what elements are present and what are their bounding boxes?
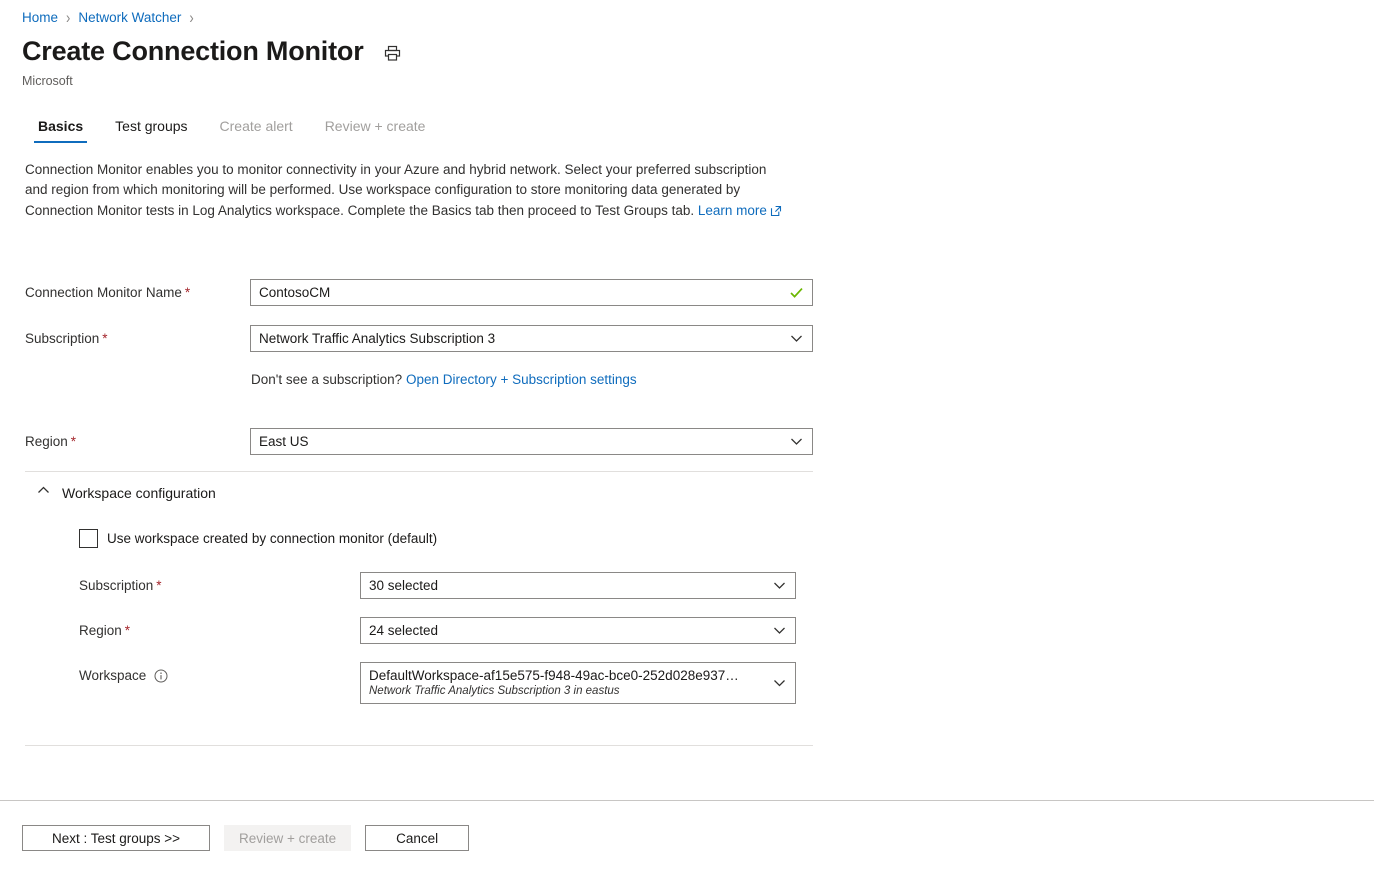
- label-text: Workspace: [79, 668, 146, 683]
- tab-test-groups[interactable]: Test groups: [99, 112, 203, 143]
- breadcrumb-item-home[interactable]: Home: [22, 8, 58, 28]
- use-default-workspace-checkbox-row[interactable]: Use workspace created by connection moni…: [79, 529, 437, 548]
- chevron-down-icon: [789, 434, 804, 449]
- footer-divider: [0, 800, 1374, 801]
- subscription-value: Network Traffic Analytics Subscription 3: [259, 331, 783, 346]
- required-asterisk: *: [156, 578, 161, 593]
- workspace-subscription-value: 30 selected: [369, 578, 766, 593]
- field-workspace: Workspace DefaultWorkspace-af15e575-f948…: [79, 662, 796, 704]
- field-workspace-subscription: Subscription* 30 selected: [79, 572, 796, 599]
- page-subtitle: Microsoft: [22, 73, 73, 90]
- connection-monitor-name-input[interactable]: ContosoCM: [250, 279, 813, 306]
- workspace-label: Workspace: [79, 662, 360, 685]
- connection-monitor-name-label: Connection Monitor Name*: [25, 279, 250, 302]
- breadcrumb-separator-icon: ›: [189, 6, 193, 31]
- chevron-down-icon: [772, 676, 787, 691]
- field-region: Region* East US: [25, 428, 813, 455]
- required-asterisk: *: [125, 623, 130, 638]
- workspace-value: DefaultWorkspace-af15e575-f948-49ac-bce0…: [369, 667, 787, 684]
- chevron-down-icon: [772, 623, 787, 638]
- external-link-icon[interactable]: [770, 203, 782, 223]
- workspace-subscription-label: Subscription*: [79, 572, 360, 595]
- workspace-region-dropdown[interactable]: 24 selected: [360, 617, 796, 644]
- label-text: Region: [25, 434, 68, 449]
- field-subscription: Subscription* Network Traffic Analytics …: [25, 325, 813, 352]
- use-default-workspace-checkbox[interactable]: [79, 529, 98, 548]
- chevron-down-icon: [789, 331, 804, 346]
- workspace-subtext: Network Traffic Analytics Subscription 3…: [369, 684, 787, 699]
- breadcrumb: Home › Network Watcher ›: [22, 8, 202, 28]
- region-label: Region*: [25, 428, 250, 451]
- workspace-value-row: DefaultWorkspace-af15e575-f948-49ac-bce0…: [369, 667, 787, 684]
- field-workspace-region: Region* 24 selected: [79, 617, 796, 644]
- subscription-label: Subscription*: [25, 325, 250, 348]
- required-asterisk: *: [71, 434, 76, 449]
- workspace-subscription-dropdown[interactable]: 30 selected: [360, 572, 796, 599]
- section-divider-bottom: [25, 745, 813, 746]
- wizard-tabs: Basics Test groups Create alert Review +…: [22, 112, 441, 143]
- workspace-configuration-title: Workspace configuration: [62, 485, 216, 501]
- required-asterisk: *: [102, 331, 107, 346]
- cancel-button[interactable]: Cancel: [365, 825, 469, 851]
- page-header: Create Connection Monitor: [22, 34, 406, 68]
- use-default-workspace-label[interactable]: Use workspace created by connection moni…: [107, 531, 437, 546]
- workspace-configuration-header[interactable]: Workspace configuration: [36, 483, 216, 503]
- field-connection-monitor-name: Connection Monitor Name* ContosoCM: [25, 279, 813, 306]
- label-text: Subscription: [25, 331, 99, 346]
- chevron-up-icon: [36, 483, 51, 503]
- subscription-helper-text: Don't see a subscription? Open Directory…: [251, 371, 637, 389]
- region-value: East US: [259, 434, 783, 449]
- page-description: Connection Monitor enables you to monito…: [25, 160, 785, 223]
- learn-more-link[interactable]: Learn more: [698, 203, 767, 218]
- breadcrumb-item-network-watcher[interactable]: Network Watcher: [78, 8, 181, 28]
- helper-prefix: Don't see a subscription?: [251, 372, 402, 387]
- tab-review-create: Review + create: [309, 112, 442, 143]
- label-text: Region: [79, 623, 122, 638]
- tab-create-alert: Create alert: [204, 112, 309, 143]
- printer-icon[interactable]: [380, 40, 406, 66]
- connection-monitor-name-value: ContosoCM: [259, 285, 783, 300]
- description-text: Connection Monitor enables you to monito…: [25, 162, 766, 218]
- info-icon[interactable]: [154, 669, 168, 683]
- label-text: Connection Monitor Name: [25, 285, 182, 300]
- workspace-region-label: Region*: [79, 617, 360, 640]
- region-dropdown[interactable]: East US: [250, 428, 813, 455]
- chevron-down-icon: [772, 578, 787, 593]
- label-text: Subscription: [79, 578, 153, 593]
- subscription-dropdown[interactable]: Network Traffic Analytics Subscription 3: [250, 325, 813, 352]
- section-divider-top: [25, 471, 813, 472]
- page-title: Create Connection Monitor: [22, 34, 364, 68]
- breadcrumb-separator-icon: ›: [66, 6, 70, 31]
- open-directory-subscription-settings-link[interactable]: Open Directory + Subscription settings: [406, 372, 637, 387]
- review-create-button: Review + create: [224, 825, 351, 851]
- workspace-region-value: 24 selected: [369, 623, 766, 638]
- next-test-groups-button[interactable]: Next : Test groups >>: [22, 825, 210, 851]
- workspace-dropdown[interactable]: DefaultWorkspace-af15e575-f948-49ac-bce0…: [360, 662, 796, 704]
- required-asterisk: *: [185, 285, 190, 300]
- check-icon: [789, 285, 804, 300]
- footer-actions: Next : Test groups >> Review + create Ca…: [22, 825, 469, 851]
- tab-basics[interactable]: Basics: [22, 112, 99, 143]
